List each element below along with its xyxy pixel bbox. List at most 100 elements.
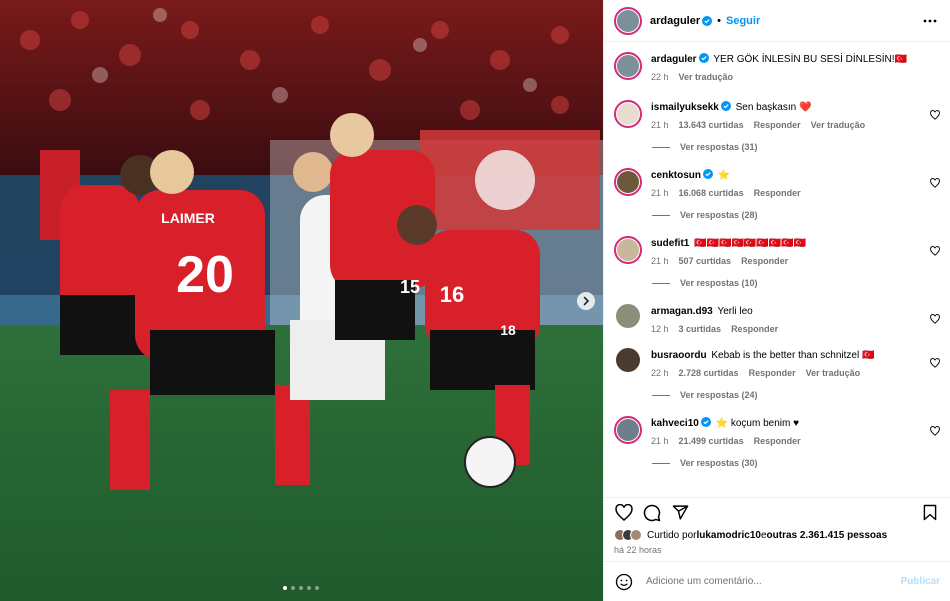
comment-likes[interactable]: 13.643 curtidas	[679, 120, 744, 130]
comment-row: sudefit1 🇹🇷🇹🇷🇹🇷🇹🇷🇹🇷🇹🇷🇹🇷🇹🇷🇹🇷 21 h 507 curti…	[614, 232, 940, 266]
reply-button[interactable]: Responder	[754, 188, 801, 198]
reply-button[interactable]: Responder	[749, 368, 796, 378]
avatar	[630, 529, 642, 541]
view-replies-label: Ver respostas (31)	[680, 142, 758, 152]
translate-link[interactable]: Ver tradução	[811, 120, 866, 130]
view-replies-label: Ver respostas (24)	[680, 390, 758, 400]
next-image-button[interactable]	[577, 292, 595, 310]
comment-username[interactable]: armagan.d93	[651, 306, 713, 317]
comment-text: Yerli leo	[717, 306, 753, 317]
commenter-avatar[interactable]	[614, 168, 642, 196]
comment-text: Sen başkasın ❤️	[735, 102, 812, 113]
comment-like-icon[interactable]	[930, 426, 940, 436]
caption: ardaguler YER GÖK İNLESİN BU SESİ DİNLES…	[614, 48, 940, 82]
replies-divider	[652, 214, 670, 216]
reply-button[interactable]: Responder	[754, 120, 801, 130]
comment-input[interactable]	[646, 576, 901, 587]
comment-username[interactable]: ismailyuksekk	[651, 102, 719, 113]
carousel-dot[interactable]	[299, 586, 303, 590]
verified-icon	[702, 15, 713, 26]
shirt-number-15: 15	[400, 277, 420, 297]
comment-text: ⭐ koçum benim ♥	[715, 418, 800, 429]
share-button[interactable]	[670, 503, 690, 523]
commenter-avatar[interactable]	[616, 304, 640, 328]
save-button[interactable]	[920, 503, 940, 523]
comment-likes[interactable]: 3 curtidas	[679, 324, 722, 334]
translate-link[interactable]: Ver tradução	[806, 368, 861, 378]
comment-item: kahveci10 ⭐ koçum benim ♥ 21 h 21.499 curt…	[614, 412, 940, 468]
verified-icon	[703, 169, 714, 179]
post-image[interactable]: LAIMER 20 16 15 18	[0, 0, 603, 601]
commenter-avatar[interactable]	[614, 416, 642, 444]
carousel-dot[interactable]	[291, 586, 295, 590]
carousel-dot[interactable]	[283, 586, 287, 590]
emoji-button[interactable]	[614, 572, 634, 592]
comment-icon	[643, 504, 661, 521]
view-replies-button[interactable]: Ver respostas (28)	[652, 210, 940, 220]
add-comment-bar: Publicar	[604, 561, 950, 601]
likes-prefix: Curtido por	[647, 529, 697, 541]
shirt-number-16: 16	[440, 282, 464, 307]
commenter-avatar[interactable]	[614, 236, 642, 264]
replies-divider	[652, 282, 670, 284]
view-replies-button[interactable]: Ver respostas (24)	[652, 390, 940, 400]
comment-like-icon[interactable]	[930, 314, 940, 324]
post-time: há 22 horas	[614, 545, 662, 555]
comment-like-icon[interactable]	[930, 178, 940, 188]
comment-time: 22 h	[651, 368, 669, 378]
comment-like-icon[interactable]	[930, 110, 940, 120]
commenter-avatar[interactable]	[616, 348, 640, 372]
author-avatar[interactable]	[614, 52, 642, 80]
liker-avatars[interactable]	[614, 529, 642, 541]
comments-list[interactable]: ardaguler YER GÖK İNLESİN BU SESİ DİNLES…	[604, 42, 950, 497]
likes-summary: Curtido por lukamodric10 e outras 2.361.…	[604, 527, 950, 543]
caption-translate-link[interactable]: Ver tradução	[679, 72, 734, 82]
bookmark-icon	[923, 504, 937, 521]
comment-time: 21 h	[651, 120, 669, 130]
likes-others[interactable]: outras 2.361.415 pessoas	[767, 530, 888, 541]
publish-button[interactable]: Publicar	[901, 576, 940, 587]
comment-likes[interactable]: 16.068 curtidas	[679, 188, 744, 198]
view-replies-label: Ver respostas (10)	[680, 278, 758, 288]
view-replies-button[interactable]: Ver respostas (10)	[652, 278, 940, 288]
comment-likes[interactable]: 2.728 curtidas	[679, 368, 739, 378]
comment-like-icon[interactable]	[930, 358, 940, 368]
replies-divider	[652, 394, 670, 396]
like-button[interactable]	[614, 503, 634, 523]
comment-likes[interactable]: 21.499 curtidas	[679, 436, 744, 446]
instagram-post-modal: LAIMER 20 16 15 18 ardaguler • Seguir ar…	[0, 0, 950, 601]
comment-item: sudefit1 🇹🇷🇹🇷🇹🇷🇹🇷🇹🇷🇹🇷🇹🇷🇹🇷🇹🇷 21 h 507 curti…	[614, 232, 940, 288]
comment-username[interactable]: sudefit1	[651, 238, 689, 249]
more-options-button[interactable]	[920, 11, 940, 31]
follow-button[interactable]: Seguir	[726, 15, 760, 27]
comment-text: Kebab is the better than schnitzel 🇹🇷	[711, 350, 875, 361]
comment-time: 21 h	[651, 256, 669, 266]
comment-row: busraoordu Kebab is the better than schn…	[614, 344, 940, 378]
view-replies-button[interactable]: Ver respostas (31)	[652, 142, 940, 152]
comment-button[interactable]	[642, 503, 662, 523]
comment-item: cenktosun ⭐ 21 h 16.068 curtidas Responder V…	[614, 164, 940, 220]
caption-username[interactable]: ardaguler	[651, 54, 697, 65]
likes-user[interactable]: lukamodric10	[696, 530, 760, 541]
comment-item: busraoordu Kebab is the better than schn…	[614, 344, 940, 400]
comment-text: ⭐	[717, 170, 731, 181]
reply-button[interactable]: Responder	[731, 324, 778, 334]
reply-button[interactable]: Responder	[741, 256, 788, 266]
comment-username[interactable]: busraoordu	[651, 350, 707, 361]
comment-time: 12 h	[651, 324, 669, 334]
carousel-dot[interactable]	[307, 586, 311, 590]
comment-time: 21 h	[651, 188, 669, 198]
comment-like-icon[interactable]	[930, 246, 940, 256]
carousel-dot[interactable]	[315, 586, 319, 590]
share-icon	[672, 505, 688, 520]
author-avatar[interactable]	[614, 6, 642, 35]
commenter-avatar[interactable]	[614, 100, 642, 128]
view-replies-button[interactable]: Ver respostas (30)	[652, 458, 940, 468]
comment-username[interactable]: cenktosun	[651, 170, 701, 181]
comment-username[interactable]: kahveci10	[651, 418, 699, 429]
more-icon	[923, 19, 937, 22]
author-username[interactable]: ardaguler	[650, 15, 700, 27]
carousel-dots	[283, 586, 319, 590]
reply-button[interactable]: Responder	[754, 436, 801, 446]
comment-likes[interactable]: 507 curtidas	[679, 256, 732, 266]
